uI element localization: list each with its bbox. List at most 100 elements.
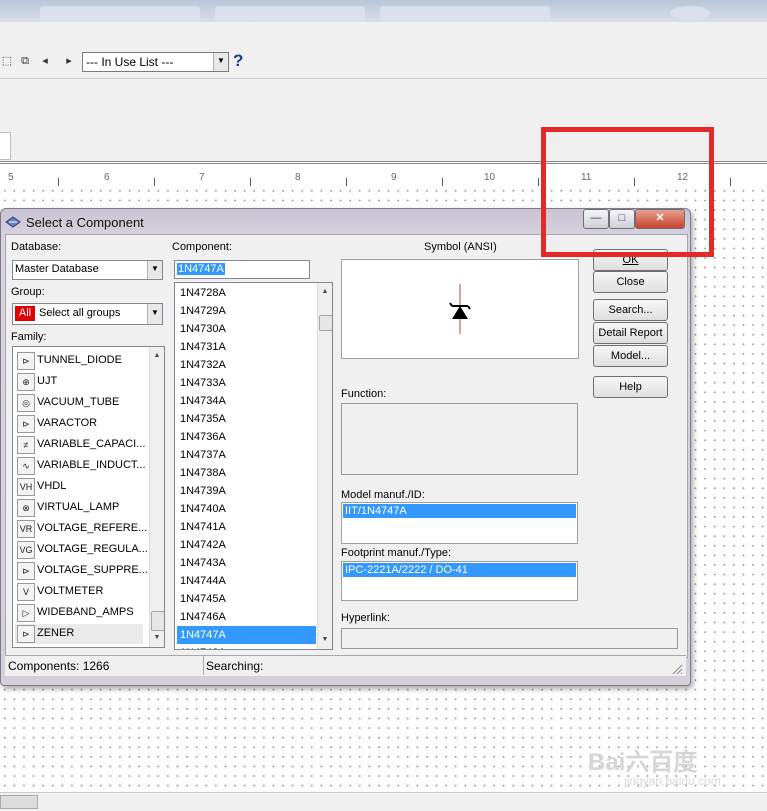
hyperlink-field[interactable]: [341, 628, 678, 649]
component-item[interactable]: 1N4745A: [177, 590, 316, 608]
model-button-label: Model...: [610, 350, 651, 362]
family-item[interactable]: V VOLTMETER: [15, 582, 143, 602]
family-item[interactable]: VH VHDL: [15, 477, 143, 497]
horizontal-scrollbar[interactable]: [0, 792, 767, 811]
model-row[interactable]: IIT/1N4747A: [343, 504, 576, 518]
family-item[interactable]: ⊳ ZENER: [15, 624, 143, 644]
watermark-url: jingyan.baidu.com: [624, 774, 721, 788]
browser-tab-close[interactable]: [670, 6, 710, 20]
family-item[interactable]: ⊳ VARACTOR: [15, 414, 143, 434]
component-item[interactable]: 1N4732A: [177, 356, 316, 374]
component-item[interactable]: 1N4743A: [177, 554, 316, 572]
ruler-label: 9: [391, 172, 397, 183]
help-button[interactable]: Help: [593, 376, 668, 398]
scroll-down-icon[interactable]: ▼: [150, 631, 164, 645]
status-components: Components: 1266: [8, 659, 110, 673]
component-item[interactable]: 1N4744A: [177, 572, 316, 590]
component-item[interactable]: 1N4739A: [177, 482, 316, 500]
forward-annotate-icon[interactable]: ▸: [62, 54, 76, 68]
family-item[interactable]: ⊗ VIRTUAL_LAMP: [15, 498, 143, 518]
component-item[interactable]: 1N4735A: [177, 410, 316, 428]
database-label: Database:: [11, 241, 62, 253]
family-item[interactable]: ≠ VARIABLE_CAPACI...: [15, 435, 145, 455]
component-scrollbar[interactable]: ▲ ▼: [317, 283, 332, 649]
ruler-label: 8: [295, 172, 301, 183]
wideband-amps-icon: ▷: [17, 604, 35, 622]
component-item[interactable]: 1N4731A: [177, 338, 316, 356]
copy-icon[interactable]: ⧉: [18, 54, 32, 68]
component-field[interactable]: 1N4747A: [174, 260, 310, 279]
component-item[interactable]: 1N4742A: [177, 536, 316, 554]
footprint-row[interactable]: IPC-2221A/2222 / DO-41: [343, 563, 576, 577]
family-item[interactable]: VG VOLTAGE_REGULA...: [15, 540, 148, 560]
model-label: Model manuf./ID:: [341, 489, 425, 501]
in-use-list-value: --- In Use List ---: [86, 55, 174, 69]
component-item[interactable]: 1N4736A: [177, 428, 316, 446]
scrollbar-thumb[interactable]: [0, 795, 38, 809]
select-icon[interactable]: ⬚: [0, 54, 14, 68]
browser-tab[interactable]: [40, 6, 200, 20]
variable-inductor-icon: ∿: [17, 457, 35, 475]
component-item[interactable]: 1N4747A: [177, 626, 316, 644]
tunnel-diode-icon: ⊳: [17, 352, 35, 370]
component-item[interactable]: 1N4730A: [177, 320, 316, 338]
ruler-label: 10: [484, 172, 496, 183]
family-scrollbar[interactable]: ▲ ▼: [149, 347, 164, 647]
model-button[interactable]: Model...: [593, 345, 668, 367]
model-list[interactable]: IIT/1N4747A: [341, 502, 578, 544]
resize-grip-icon[interactable]: [671, 663, 683, 675]
scroll-up-icon[interactable]: ▲: [150, 349, 164, 363]
family-item[interactable]: ⊕ UJT: [15, 372, 143, 392]
component-item[interactable]: 1N4748A: [177, 644, 316, 649]
group-select[interactable]: All Select all groups ▼: [12, 303, 163, 325]
family-item[interactable]: ⊳ VOLTAGE_SUPPRE...: [15, 561, 148, 581]
dialog-app-icon: [5, 216, 21, 228]
component-item[interactable]: 1N4738A: [177, 464, 316, 482]
component-list[interactable]: 1N4728A 1N4729A 1N4730A 1N4731A 1N4732A 1N473…: [174, 282, 333, 650]
scroll-up-icon[interactable]: ▲: [318, 285, 332, 299]
chevron-down-icon[interactable]: ▼: [147, 304, 162, 324]
group-label: Group:: [11, 286, 45, 298]
component-item[interactable]: 1N4746A: [177, 608, 316, 626]
component-item[interactable]: 1N4728A: [177, 284, 316, 302]
family-item[interactable]: ∿ VARIABLE_INDUCT...: [15, 456, 146, 476]
component-item[interactable]: 1N4729A: [177, 302, 316, 320]
back-annotate-icon[interactable]: ◂: [38, 54, 52, 68]
ruler-tick: [154, 178, 155, 186]
group-all-icon: All: [15, 306, 35, 321]
in-use-list-dropdown[interactable]: --- In Use List --- ▼: [82, 52, 229, 72]
panel-stub: [0, 132, 11, 160]
ujt-icon: ⊕: [17, 373, 35, 391]
family-item[interactable]: ◎ VACUUM_TUBE: [15, 393, 143, 413]
chevron-down-icon[interactable]: ▼: [147, 261, 162, 279]
detail-report-button[interactable]: Detail Report: [593, 322, 668, 344]
component-item[interactable]: 1N4734A: [177, 392, 316, 410]
watermark-logo: Bai六百度: [588, 749, 698, 776]
status-searching: Searching:: [206, 659, 264, 673]
ruler-tick: [538, 178, 539, 186]
scroll-down-icon[interactable]: ▼: [318, 633, 332, 647]
component-item[interactable]: 1N4740A: [177, 500, 316, 518]
component-item[interactable]: 1N4741A: [177, 518, 316, 536]
zener-icon: ⊳: [17, 625, 35, 643]
chevron-down-icon[interactable]: ▼: [213, 53, 228, 71]
footprint-label: Footprint manuf./Type:: [341, 547, 452, 559]
variable-capacitor-icon: ≠: [17, 436, 35, 454]
component-item[interactable]: 1N4737A: [177, 446, 316, 464]
browser-tab[interactable]: [215, 6, 365, 20]
family-item[interactable]: ▷ WIDEBAND_AMPS: [15, 603, 143, 623]
database-select[interactable]: Master Database ▼: [12, 260, 163, 280]
close-button[interactable]: Close: [593, 271, 668, 293]
scrollbar-thumb[interactable]: [319, 315, 332, 331]
family-item[interactable]: VR VOLTAGE_REFERE...: [15, 519, 147, 539]
search-button[interactable]: Search...: [593, 299, 668, 321]
help-icon[interactable]: ?: [233, 51, 243, 71]
footprint-list[interactable]: IPC-2221A/2222 / DO-41: [341, 561, 578, 601]
scrollbar-thumb[interactable]: [151, 611, 164, 631]
family-list[interactable]: ⊳ TUNNEL_DIODE ⊕ UJT ◎ VACUUM_TUBE ⊳ VARACTOR ≠ V…: [12, 346, 165, 648]
component-item[interactable]: 1N4733A: [177, 374, 316, 392]
vacuum-tube-icon: ◎: [17, 394, 35, 412]
ruler-label: 6: [104, 172, 110, 183]
family-item[interactable]: ⊳ TUNNEL_DIODE: [15, 351, 143, 371]
browser-tab[interactable]: [380, 6, 550, 20]
